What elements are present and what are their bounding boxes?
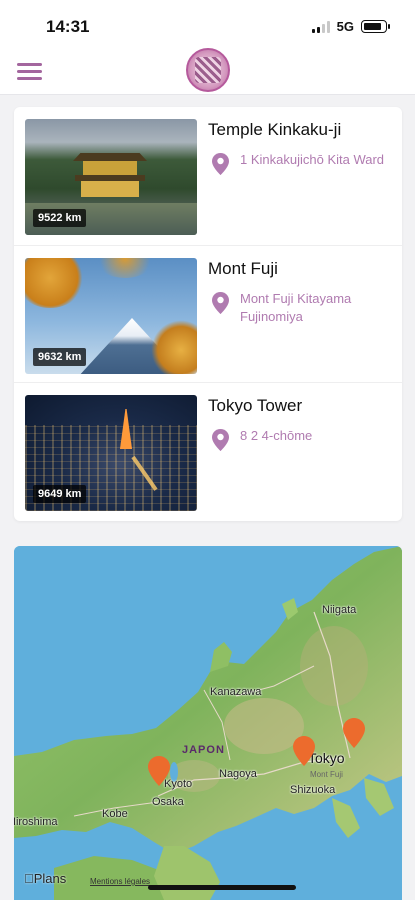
app-header bbox=[0, 48, 415, 95]
apple-icon:  bbox=[24, 871, 34, 886]
maps-attribution-label: Plans bbox=[24, 871, 67, 886]
location-pin-icon bbox=[212, 292, 229, 314]
place-address: 8 2 4-chōme bbox=[240, 428, 313, 443]
distance-badge: 9632 km bbox=[33, 348, 87, 366]
places-list: 9522 km Temple Kinkaku-ji 1 Kinkakujichō… bbox=[14, 107, 402, 521]
map-label-shizuoka: Shizuoka bbox=[290, 784, 336, 796]
list-item[interactable]: 9632 km Mont Fuji Mont Fuji Kitayama Fuj… bbox=[14, 245, 402, 382]
place-title[interactable]: Tokyo Tower bbox=[208, 396, 302, 416]
place-address: 1 Kinkakujichō Kita Ward bbox=[240, 152, 385, 167]
map-label-kobe: Kobe bbox=[102, 808, 128, 820]
map-label-niigata: Niigata bbox=[322, 604, 357, 616]
legal-link[interactable]: Mentions légales bbox=[90, 877, 150, 886]
list-item[interactable]: 9522 km Temple Kinkaku-ji 1 Kinkakujichō… bbox=[14, 107, 402, 244]
distance-badge: 9522 km bbox=[33, 209, 87, 227]
map-label-kanazawa: Kanazawa bbox=[210, 686, 262, 698]
hamburger-menu-icon[interactable] bbox=[17, 63, 42, 81]
status-icons: 5G bbox=[311, 19, 390, 34]
place-photo[interactable]: 9632 km bbox=[25, 258, 197, 374]
place-address: Mont Fuji Kitayama Fujinomiya bbox=[240, 291, 352, 324]
map-label-japon: JAPON bbox=[182, 744, 225, 756]
location-pin-icon bbox=[212, 153, 229, 175]
distance-badge: 9649 km bbox=[33, 485, 87, 503]
map-marker-mont-fuji[interactable] bbox=[293, 736, 315, 766]
map-marker-tokyo-tower[interactable] bbox=[343, 718, 365, 748]
map-label-osaka: Osaka bbox=[152, 796, 184, 808]
place-photo[interactable]: 9522 km bbox=[25, 119, 197, 235]
location-pin-icon bbox=[212, 429, 229, 451]
list-item[interactable]: 9649 km Tokyo Tower 8 2 4-chōme bbox=[14, 382, 402, 519]
map-view[interactable]: Niigata Kanazawa JAPON Kyoto Nagoya Toky… bbox=[14, 546, 402, 900]
map-marker-kinkaku-ji[interactable] bbox=[148, 756, 170, 786]
battery-icon bbox=[361, 20, 390, 33]
place-title[interactable]: Mont Fuji bbox=[208, 259, 278, 279]
cellular-signal-icon bbox=[311, 20, 330, 33]
status-bar: 14:31 5G bbox=[0, 0, 415, 50]
map-label-mont-fuji: Mont Fuji bbox=[310, 770, 343, 779]
app-logo[interactable] bbox=[186, 48, 230, 92]
place-title[interactable]: Temple Kinkaku-ji bbox=[208, 120, 341, 140]
status-time: 14:31 bbox=[46, 17, 90, 36]
network-type: 5G bbox=[336, 19, 354, 34]
map-label-nagoya: Nagoya bbox=[219, 768, 257, 780]
map-label-hiroshima: Hiroshima bbox=[14, 816, 58, 828]
place-photo[interactable]: 9649 km bbox=[25, 395, 197, 511]
home-indicator[interactable] bbox=[148, 885, 296, 890]
maps-attribution: Plans bbox=[24, 871, 66, 886]
